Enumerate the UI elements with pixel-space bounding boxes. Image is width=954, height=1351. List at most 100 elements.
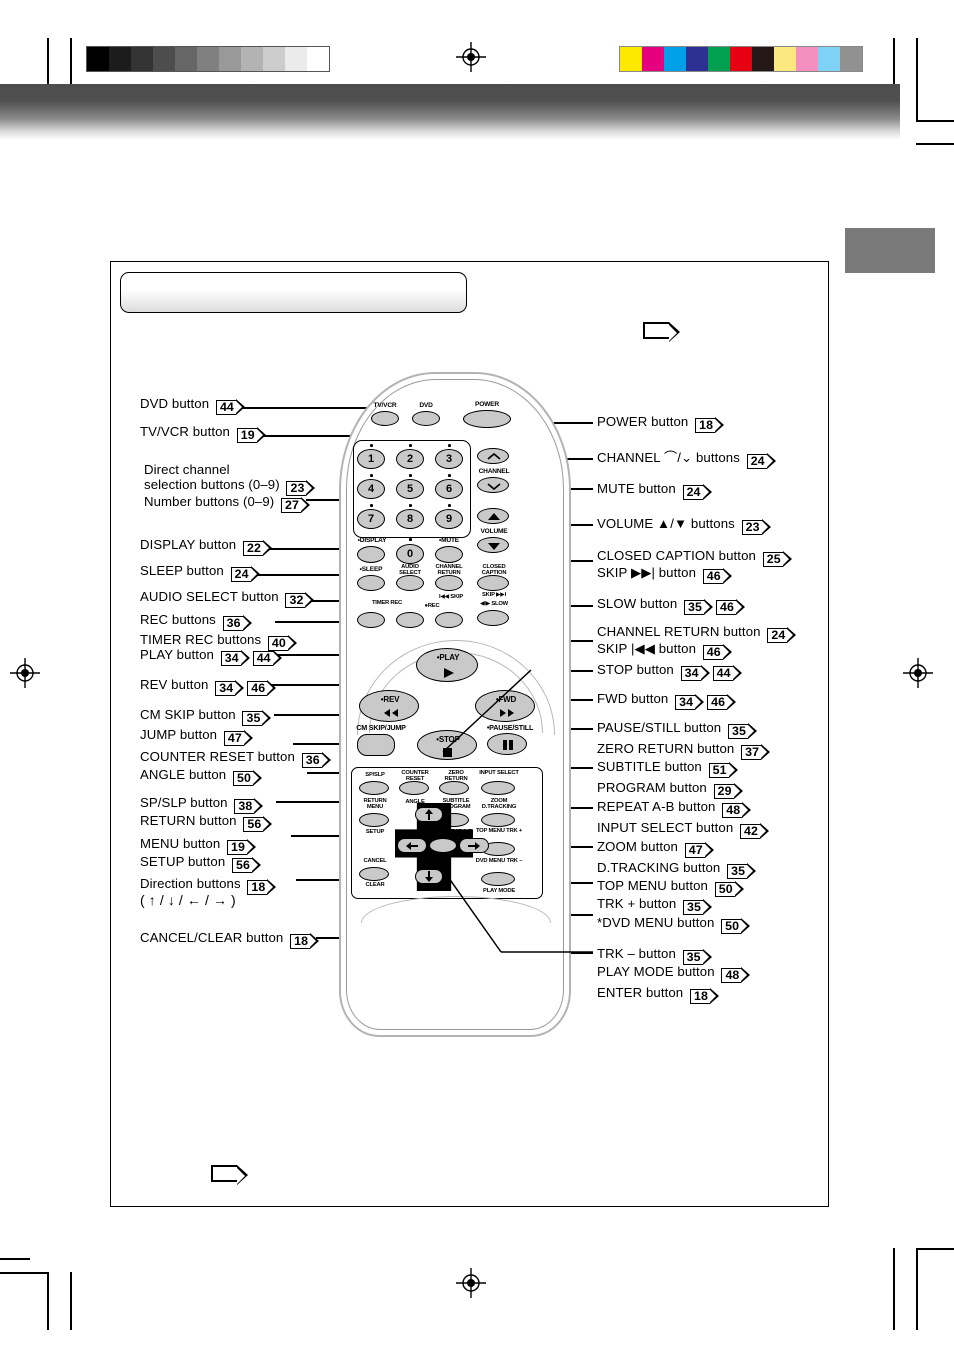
label-cm-skip-button: CM SKIP button 35 bbox=[140, 707, 272, 727]
page-reference-chip: 46 bbox=[707, 694, 737, 711]
label-sp-slp-button: SP/SLP button 38 bbox=[140, 795, 264, 815]
section-index-tab bbox=[845, 228, 935, 273]
page-content-frame: TV/VCR DVD POWER 1 2 3 4 5 6 7 8 9 •DISP… bbox=[110, 261, 829, 1207]
label-display-button: DISPLAY button 22 bbox=[140, 537, 272, 557]
page-reference-chip: 35 bbox=[684, 599, 713, 616]
registration-mark-right bbox=[903, 658, 933, 688]
page-reference-chip: 38 bbox=[234, 798, 264, 815]
page-reference-chip: 56 bbox=[243, 816, 273, 833]
page-reference-chip: 24 bbox=[767, 627, 797, 644]
page-reference-chip: 18 bbox=[695, 417, 725, 434]
page-reference-chip: 35 bbox=[727, 863, 757, 880]
crop-mark-bottom-right-v2 bbox=[916, 1248, 918, 1330]
page-reference-chip: 35 bbox=[727, 723, 757, 740]
label-number-buttons: Number buttons (0–9) 27 bbox=[144, 494, 311, 514]
label-angle-button: ANGLE button 50 bbox=[140, 767, 262, 787]
page-reference-chip: 44 bbox=[252, 650, 282, 667]
page-reference-chip: 48 bbox=[722, 802, 752, 819]
page-reference-chip: 50 bbox=[721, 918, 751, 935]
label-input-select-button: INPUT SELECT button 42 bbox=[597, 820, 770, 840]
page-reference-chip: 50 bbox=[233, 770, 262, 787]
crop-mark-top-right-v2 bbox=[916, 38, 918, 122]
page-reference-chip: 35 bbox=[682, 949, 712, 966]
crop-mark-bottom-left-h bbox=[0, 1258, 30, 1260]
page-reference-chip: 24 bbox=[230, 566, 260, 583]
page-reference-chip: 35 bbox=[242, 710, 272, 727]
label-skip-back-button: SKIP |◀◀ button 46 bbox=[597, 641, 732, 661]
label-audio-select-button: AUDIO SELECT button 32 bbox=[140, 589, 315, 609]
page-reference-chip: 32 bbox=[285, 592, 315, 609]
label-repeat-ab-button: REPEAT A-B button 48 bbox=[597, 799, 752, 819]
label-direction-glyphs: ( ↑ / ↓ / ← / → ) bbox=[140, 892, 236, 908]
label-zoom-button: ZOOM button 47 bbox=[597, 839, 714, 859]
page-reference-chip: 18 bbox=[690, 988, 719, 1005]
label-trk-minus-button: TRK – button 35 bbox=[597, 946, 712, 966]
page-reference-chip: 34 bbox=[675, 694, 705, 711]
page-reference-chip: 34 bbox=[220, 650, 250, 667]
label-volume-buttons: VOLUME ▲/▼ buttons 23 bbox=[597, 516, 771, 536]
label-setup-button: SETUP button 56 bbox=[140, 854, 261, 874]
crop-mark-bottom-right-h bbox=[916, 1248, 954, 1250]
page-reference-chip: 51 bbox=[708, 762, 738, 779]
page-reference-chip: 22 bbox=[242, 540, 272, 557]
crop-mark-bottom-right-v bbox=[893, 1248, 895, 1330]
crop-mark-top-right-h bbox=[916, 120, 954, 122]
page-reference-chip: 24 bbox=[746, 453, 776, 470]
label-jump-button: JUMP button 47 bbox=[140, 727, 253, 747]
page-reference-chip: 47 bbox=[684, 842, 714, 859]
page-reference-chip: 19 bbox=[236, 427, 266, 444]
label-trk-plus-button: TRK + button 35 bbox=[597, 896, 713, 916]
registration-mark-bottom bbox=[456, 1268, 486, 1298]
label-dvd-button: DVD button 44 bbox=[140, 396, 245, 416]
label-return-button: RETURN button 56 bbox=[140, 813, 273, 833]
color-calibration-bar bbox=[619, 46, 863, 72]
label-cancel-clear-button: CANCEL/CLEAR button 18 bbox=[140, 930, 320, 950]
label-stop-button: STOP button 34 44 bbox=[597, 662, 742, 682]
label-mute-button: MUTE button 24 bbox=[597, 481, 712, 501]
page-reference-chip: 24 bbox=[682, 484, 712, 501]
page-reference-chip: 46 bbox=[716, 599, 745, 616]
label-rec-buttons: REC buttons 36 bbox=[140, 612, 252, 632]
top-gradient-band bbox=[0, 84, 900, 140]
label-play-button: PLAY button 34 44 bbox=[140, 647, 282, 667]
label-enter-button: ENTER button 18 bbox=[597, 985, 719, 1005]
page-reference-chip: 34 bbox=[215, 680, 245, 697]
page-reference-chip: 23 bbox=[741, 519, 771, 536]
crop-mark-bottom-left-h2 bbox=[0, 1272, 48, 1274]
page-reference-chip: 46 bbox=[702, 644, 732, 661]
page-reference-chip: 36 bbox=[222, 615, 252, 632]
registration-mark-top bbox=[456, 42, 486, 72]
page-reference-chip: 19 bbox=[227, 839, 256, 856]
page-reference-chip: 44 bbox=[712, 665, 742, 682]
label-program-button: PROGRAM button 29 bbox=[597, 780, 743, 800]
page-reference-chip: 18 bbox=[247, 879, 277, 896]
label-direct-channel-1: Direct channel bbox=[144, 462, 230, 477]
page-reference-chip: 42 bbox=[740, 823, 770, 840]
page-reference-chip: 29 bbox=[713, 783, 743, 800]
label-zero-return-button: ZERO RETURN button 37 bbox=[597, 741, 771, 761]
grayscale-step-wedge bbox=[86, 46, 330, 72]
label-fwd-button: FWD button 34 46 bbox=[597, 691, 737, 711]
page-reference-chip: 47 bbox=[223, 730, 253, 747]
crop-mark-bottom-left-v2 bbox=[70, 1272, 72, 1330]
label-menu-button: MENU button 19 bbox=[140, 836, 256, 856]
label-pause-still-button: PAUSE/STILL button 35 bbox=[597, 720, 757, 740]
page-reference-chip: 56 bbox=[232, 857, 261, 874]
crop-mark-bottom-left-v bbox=[47, 1272, 49, 1330]
label-dvd-menu-button: *DVD MENU button 50 bbox=[597, 915, 751, 935]
page-reference-chip: 35 bbox=[683, 899, 713, 916]
page-reference-chip: 48 bbox=[721, 967, 751, 984]
page-reference-chip: 18 bbox=[290, 933, 320, 950]
page-reference-chip: 27 bbox=[281, 497, 311, 514]
label-top-menu-button: TOP MENU button 50 bbox=[597, 878, 744, 898]
label-channel-buttons: CHANNEL ⌒/⌄ buttons 24 bbox=[597, 450, 776, 470]
page-reference-chip: 44 bbox=[215, 399, 245, 416]
label-tvvcr-button: TV/VCR button 19 bbox=[140, 424, 266, 444]
label-skip-forward-button: SKIP ▶▶| button 46 bbox=[597, 565, 732, 585]
label-sleep-button: SLEEP button 24 bbox=[140, 563, 260, 583]
page-reference-chip: 50 bbox=[714, 881, 744, 898]
page-reference-chip: 37 bbox=[741, 744, 771, 761]
page-reference-chip: 46 bbox=[702, 568, 732, 585]
page-reference-chip: 46 bbox=[247, 680, 277, 697]
label-power-button: POWER button 18 bbox=[597, 414, 725, 434]
